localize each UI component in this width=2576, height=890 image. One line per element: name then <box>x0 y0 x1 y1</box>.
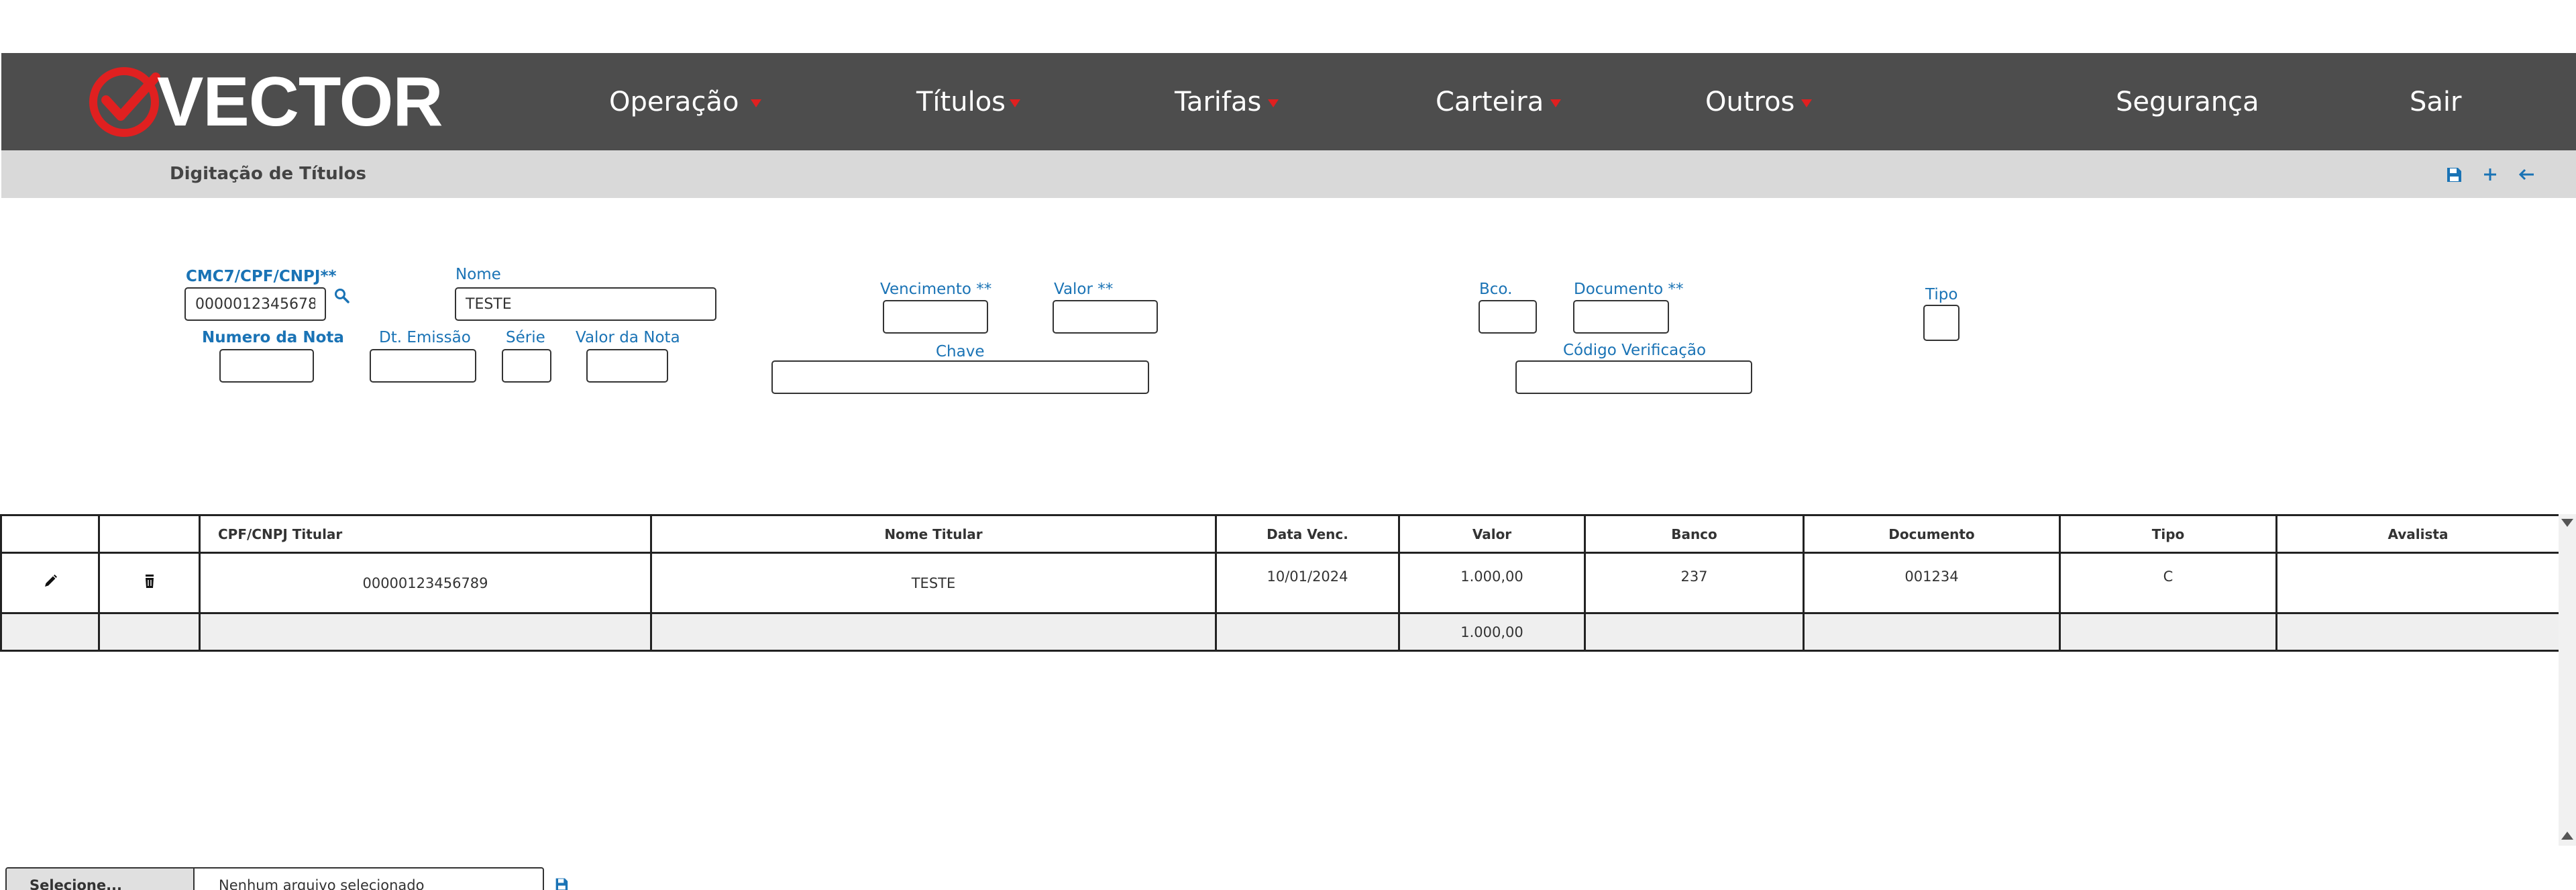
numero-nota-label: Numero da Nota <box>202 329 344 346</box>
table-header-row: CPF/CNPJ Titular Nome Titular Data Venc.… <box>0 514 2561 554</box>
nav-label: Sair <box>2410 86 2462 117</box>
table-scrollbar[interactable] <box>2559 514 2576 846</box>
codigo-verificacao-label: Código Verificação <box>1563 342 1707 359</box>
save-icon[interactable] <box>551 874 572 890</box>
nome-input[interactable] <box>455 287 716 321</box>
column-header-edit <box>0 514 100 554</box>
cell-banco: 237 <box>1584 552 1805 614</box>
cell-cpf-cnpj: 00000123456789 <box>199 552 652 614</box>
nav-item-operacao[interactable]: Operação <box>609 53 762 150</box>
nav-label: Carteira <box>1436 86 1544 117</box>
column-header-delete <box>98 514 201 554</box>
cell-valor: 1.000,00 <box>1398 552 1586 614</box>
logo-check-icon <box>89 67 160 137</box>
plus-icon[interactable] <box>2478 162 2502 187</box>
serie-label: Série <box>506 329 545 346</box>
valor-input[interactable] <box>1053 300 1158 334</box>
bco-input[interactable] <box>1479 300 1537 334</box>
caret-down-icon <box>1801 99 1813 107</box>
tipo-input[interactable] <box>1923 305 1960 341</box>
column-header-nome[interactable]: Nome Titular <box>650 514 1217 554</box>
cell-documento: 001234 <box>1803 552 2061 614</box>
valor-nota-label: Valor da Nota <box>576 329 680 346</box>
trash-icon[interactable] <box>141 573 158 590</box>
table-total-row: 1.000,00 <box>0 612 2561 652</box>
column-header-data-venc[interactable]: Data Venc. <box>1215 514 1400 554</box>
serie-input[interactable] <box>502 349 551 383</box>
cmc7-input[interactable] <box>184 287 326 321</box>
file-upload-field[interactable]: Selecione... Nenhum arquivo selecionado <box>5 867 544 890</box>
nav-label: Títulos <box>916 86 1006 117</box>
caret-down-icon <box>1550 99 1562 107</box>
tipo-label: Tipo <box>1925 286 1958 303</box>
nav-item-tarifas[interactable]: Tarifas <box>1175 53 1279 150</box>
back-arrow-icon[interactable] <box>2514 162 2538 187</box>
chave-input[interactable] <box>771 360 1149 394</box>
search-icon[interactable] <box>333 287 351 305</box>
vector-logo[interactable]: VECTOR <box>87 65 443 139</box>
save-icon[interactable] <box>2442 162 2466 187</box>
pencil-icon[interactable] <box>42 573 59 590</box>
nav-label: Segurança <box>2116 86 2259 117</box>
nome-label: Nome <box>455 266 501 283</box>
column-header-banco[interactable]: Banco <box>1584 514 1805 554</box>
delete-cell <box>98 552 201 614</box>
codigo-verificacao-input[interactable] <box>1515 360 1752 394</box>
nav-item-sair[interactable]: Sair <box>2410 53 2461 150</box>
cmc7-label: CMC7/CPF/CNPJ** <box>186 268 337 285</box>
cell-avalista <box>2275 552 2561 614</box>
titulos-table: CPF/CNPJ Titular Nome Titular Data Venc.… <box>0 514 2561 652</box>
dt-emissao-label: Dt. Emissão <box>379 329 471 346</box>
top-navbar: VECTOR Operação Títulos Tarifas Carteira… <box>1 53 2576 150</box>
table-row[interactable]: 00000123456789 TESTE 10/01/2024 1.000,00… <box>0 552 2561 614</box>
total-valor: 1.000,00 <box>1398 612 1586 652</box>
documento-input[interactable] <box>1573 300 1669 334</box>
nav-label: Operação <box>609 86 739 117</box>
caret-down-icon <box>1010 99 1021 107</box>
nav-label: Tarifas <box>1175 86 1262 117</box>
chave-label: Chave <box>936 343 985 360</box>
numero-nota-input[interactable] <box>219 349 314 383</box>
cell-nome: TESTE <box>650 552 1217 614</box>
nav-item-carteira[interactable]: Carteira <box>1436 53 1562 150</box>
caret-down-icon <box>751 99 762 107</box>
page-header-bar: Digitação de Títulos <box>1 150 2576 198</box>
edit-cell <box>0 552 100 614</box>
nav-label: Outros <box>1705 86 1795 117</box>
cell-tipo: C <box>2059 552 2277 614</box>
nav-item-outros[interactable]: Outros <box>1705 53 1813 150</box>
column-header-avalista[interactable]: Avalista <box>2275 514 2561 554</box>
caret-down-icon <box>1268 99 1279 107</box>
column-header-documento[interactable]: Documento <box>1803 514 2061 554</box>
column-header-valor[interactable]: Valor <box>1398 514 1586 554</box>
nav-item-titulos[interactable]: Títulos <box>916 53 1021 150</box>
scroll-down-icon[interactable] <box>2561 519 2573 527</box>
documento-label: Documento ** <box>1574 281 1684 298</box>
vencimento-input[interactable] <box>883 300 988 334</box>
vencimento-label: Vencimento ** <box>880 281 992 298</box>
file-select-button[interactable]: Selecione... <box>7 869 195 890</box>
column-header-cpf-cnpj[interactable]: CPF/CNPJ Titular <box>199 514 652 554</box>
file-status-text: Nenhum arquivo selecionado <box>219 877 425 890</box>
logo-text: VECTOR <box>157 63 443 141</box>
column-header-tipo[interactable]: Tipo <box>2059 514 2277 554</box>
dt-emissao-input[interactable] <box>370 349 476 383</box>
valor-label: Valor ** <box>1054 281 1114 298</box>
nav-item-seguranca[interactable]: Segurança <box>2116 53 2259 150</box>
scroll-up-icon[interactable] <box>2561 832 2573 840</box>
page-title: Digitação de Títulos <box>170 164 366 184</box>
valor-nota-input[interactable] <box>586 349 668 383</box>
cell-data-venc: 10/01/2024 <box>1215 552 1400 614</box>
bco-label: Bco. <box>1479 281 1513 298</box>
